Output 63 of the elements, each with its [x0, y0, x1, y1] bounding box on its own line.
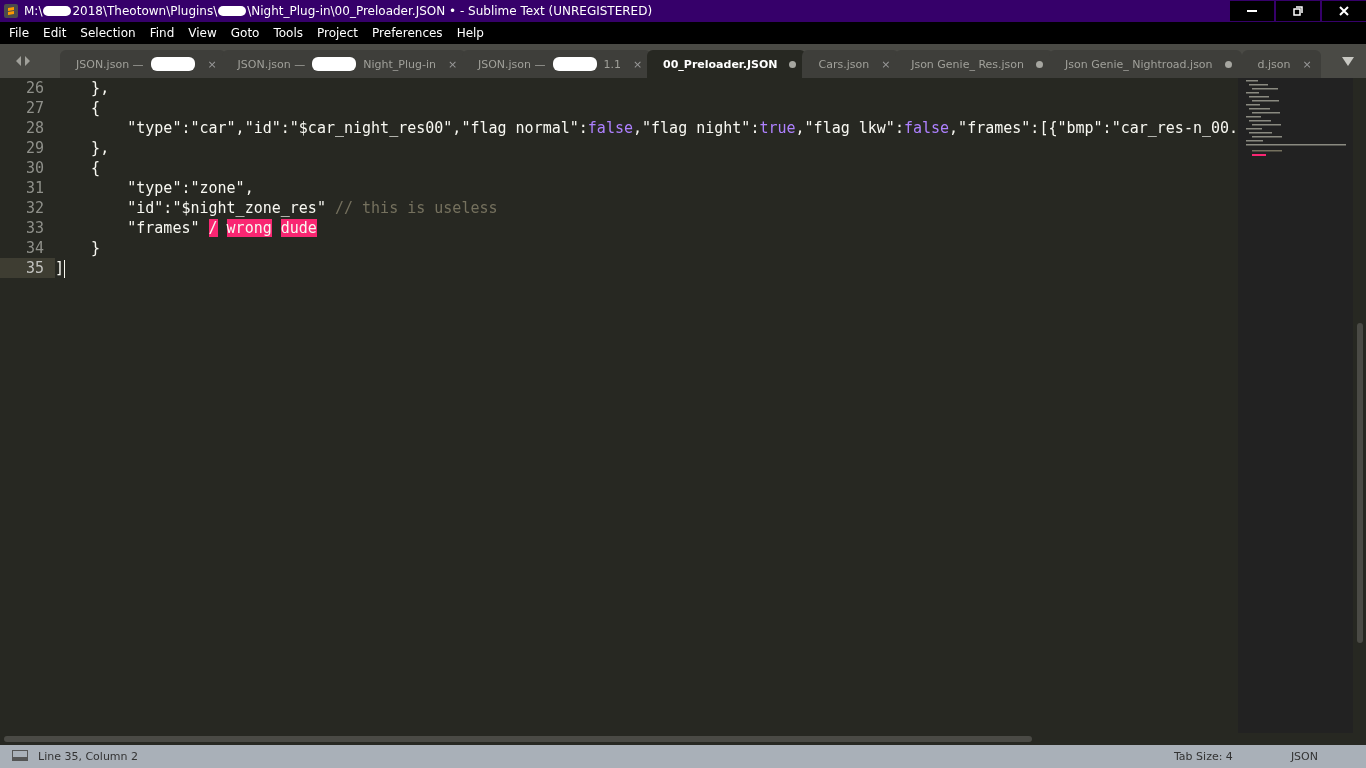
scrollbar-thumb[interactable]: [4, 736, 1032, 742]
redaction-blob: [43, 6, 72, 16]
menu-item[interactable]: Find: [142, 26, 182, 40]
file-tab[interactable]: Json Genie_ Nightroad.json: [1049, 50, 1242, 78]
code-line: {: [90, 98, 101, 118]
menu-item[interactable]: View: [181, 26, 224, 40]
file-tab[interactable]: JSON.json — Night_Plug-in ×: [221, 50, 466, 78]
unsaved-dot: [1036, 60, 1044, 68]
code-line: },: [90, 78, 110, 98]
tab-close-button[interactable]: ×: [447, 57, 456, 71]
code-line: }: [90, 238, 101, 258]
restore-icon: [1293, 6, 1303, 16]
code-line: "type":"zone",: [126, 178, 254, 198]
file-tab[interactable]: d.json ×: [1241, 50, 1321, 78]
menu-item[interactable]: Preferences: [365, 26, 450, 40]
line-number: 31: [24, 178, 45, 198]
dropdown-icon: [1342, 56, 1354, 66]
redaction-blob: [150, 57, 195, 71]
redaction-blob: [218, 6, 247, 16]
tab-close-button[interactable]: ×: [633, 57, 642, 71]
tab-size-label[interactable]: Tab Size: 4: [1163, 750, 1243, 763]
tab-arrows-icon: [15, 55, 31, 67]
tab-close-button[interactable]: ×: [881, 57, 890, 71]
redaction-blob: [312, 57, 357, 71]
code-line: },: [90, 138, 110, 158]
line-number: 32: [24, 198, 45, 218]
window-title: \Night_Plug-in\00_Preloader.JSON • - Sublime Text (UNREGISTERED): [247, 4, 653, 18]
menu-item[interactable]: Tools: [266, 26, 310, 40]
code-line: {: [90, 158, 101, 178]
window-title: M:\: [24, 4, 43, 18]
close-icon: [1339, 6, 1349, 16]
code-line: "id":"$night_zone_res" // this is useless: [126, 198, 498, 218]
unsaved-dot: [789, 60, 797, 68]
code-line: "type":"car","id":"$car_night_res00","flag normal":false,"flag night":true,"flag lkw":false,"frames":[{"bmp":"car_res-n_00.: [126, 118, 1239, 138]
menu-item[interactable]: Project: [310, 26, 366, 40]
scrollbar-thumb[interactable]: [1356, 323, 1363, 643]
menu-item[interactable]: Help: [449, 26, 491, 40]
code-line: ]: [55, 258, 66, 278]
line-number: 26: [24, 78, 45, 98]
line-number: 27: [24, 98, 45, 118]
tab-close-button[interactable]: ×: [207, 57, 216, 71]
syntax-label[interactable]: JSON: [1280, 750, 1328, 763]
line-number: 29: [24, 138, 45, 158]
menu-item[interactable]: Selection: [73, 26, 143, 40]
line-number: 30: [24, 158, 45, 178]
window-title: 2018\Theotown\Plugins\: [72, 4, 218, 18]
app-logo-icon: [4, 4, 18, 18]
line-number: 34: [24, 238, 45, 258]
cursor-position: Line 35, Column 2: [37, 750, 140, 763]
tab-close-button[interactable]: ×: [1302, 57, 1311, 71]
restore-button[interactable]: [1276, 1, 1320, 21]
menu-item[interactable]: Edit: [36, 26, 74, 40]
minimize-button[interactable]: [1230, 1, 1274, 21]
menu-item[interactable]: File: [2, 26, 37, 40]
close-button[interactable]: [1322, 1, 1366, 21]
panel-icon: [12, 749, 28, 761]
line-number: 35: [0, 258, 55, 278]
unsaved-dot: [1224, 60, 1232, 68]
redaction-blob: [552, 57, 597, 71]
line-number: 33: [24, 218, 45, 238]
line-number: 28: [24, 118, 45, 138]
file-tab[interactable]: JSON.json — ×: [60, 50, 226, 78]
menu-item[interactable]: Goto: [223, 26, 267, 40]
